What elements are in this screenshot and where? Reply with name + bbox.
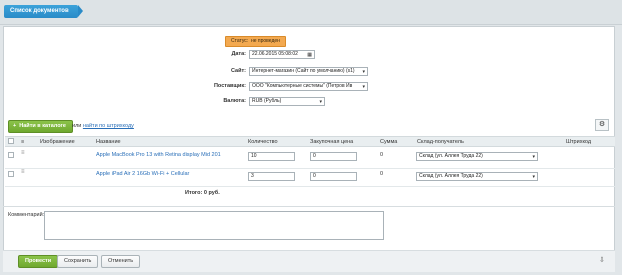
chevron-down-icon: ▾ [319, 99, 322, 105]
or-label: или [72, 123, 82, 129]
plus-icon: + [13, 123, 17, 129]
site-value: Интернет-магазин (Сайт по умолчанию) (s1… [252, 68, 355, 74]
barcode-search: или найти по штрихкоду [72, 123, 134, 129]
status-label: Статус: [231, 38, 249, 44]
status-badge: Статус: не проведен [225, 36, 286, 47]
col-warehouse[interactable]: Склад-получатель [417, 139, 464, 145]
sum-value: 0 [380, 171, 384, 177]
row-checkbox[interactable] [8, 171, 14, 177]
warehouse-value: Склад (ул. Аллея Труда 22) [419, 173, 483, 179]
calendar-icon[interactable]: ▦ [307, 52, 312, 58]
comment-textarea[interactable] [44, 211, 384, 240]
chevron-down-icon: ▾ [532, 174, 535, 180]
col-name[interactable]: Название [96, 139, 121, 145]
document-list-tab[interactable]: Список документов [4, 5, 83, 18]
price-input[interactable]: 0 [310, 172, 357, 181]
supplier-value: ООО "Компьютерные системы" (Петров Ив [252, 83, 353, 89]
sum-value: 0 [380, 152, 384, 158]
site-label: Сайт: [230, 68, 246, 74]
table-row: ≡ Apple iPad Air 2 16Gb Wi-Fi + Cellular… [5, 165, 615, 187]
product-name-link[interactable]: Apple MacBook Pro 13 with Retina display… [96, 152, 221, 158]
find-in-catalog-label: Найти в каталоге [19, 123, 66, 129]
price-input[interactable]: 0 [310, 152, 357, 161]
save-button[interactable]: Сохранить [57, 255, 99, 268]
currency-value: RUB (Рубль) [252, 98, 282, 104]
currency-label: Валюта: [223, 98, 246, 104]
quantity-input[interactable]: 10 [248, 152, 295, 161]
gear-icon[interactable]: ⚙ [595, 119, 609, 131]
row-checkbox[interactable] [8, 152, 14, 158]
table-header: ≡ Изображение Название Количество Закупо… [5, 136, 615, 147]
chevron-down-icon: ▾ [362, 69, 365, 75]
find-in-catalog-button[interactable]: + Найти в каталоге [8, 120, 73, 133]
col-image[interactable]: Изображение [40, 139, 75, 145]
cancel-button[interactable]: Отменить [101, 255, 141, 268]
col-quantity[interactable]: Количество [248, 139, 278, 145]
site-select[interactable]: Интернет-магазин (Сайт по умолчанию) (s1… [249, 67, 368, 76]
total-sum: Итого: 0 руб. [185, 190, 220, 196]
date-label: Дата: [231, 51, 246, 57]
row-menu-icon[interactable]: ≡ [21, 150, 25, 156]
warehouse-value: Склад (ул. Аллея Труда 22) [419, 153, 483, 159]
col-price[interactable]: Закупочная цена [310, 139, 353, 145]
barcode-search-link[interactable]: найти по штрихкоду [83, 123, 134, 129]
warehouse-select[interactable]: Склад (ул. Аллея Труда 22) ▾ [416, 172, 538, 181]
grip-icon: ≡ [21, 139, 25, 145]
date-value: 22.06.2015 05:08:02 [252, 51, 298, 57]
comment-label: Комментарий: [8, 212, 45, 218]
date-field[interactable]: 22.06.2015 05:08:02 ▦ [249, 50, 315, 59]
post-button[interactable]: Провести [18, 255, 59, 268]
row-menu-icon[interactable]: ≡ [21, 169, 25, 175]
top-bar [0, 0, 622, 25]
currency-select[interactable]: RUB (Рубль) ▾ [249, 97, 325, 106]
product-name-link[interactable]: Apple iPad Air 2 16Gb Wi-Fi + Cellular [96, 171, 189, 177]
col-sum[interactable]: Сумма [380, 139, 397, 145]
pin-icon[interactable]: ⇩ [599, 256, 605, 264]
status-value: не проведен [250, 38, 280, 44]
select-all-checkbox[interactable] [8, 138, 14, 144]
quantity-input[interactable]: 3 [248, 172, 295, 181]
chevron-down-icon: ▾ [362, 84, 365, 90]
col-barcode[interactable]: Штрихкод [566, 139, 591, 145]
chevron-down-icon: ▾ [532, 154, 535, 160]
warehouse-select[interactable]: Склад (ул. Аллея Труда 22) ▾ [416, 152, 538, 161]
supplier-label: Поставщик: [213, 83, 246, 89]
supplier-select[interactable]: ООО "Компьютерные системы" (Петров Ив ▾ [249, 82, 368, 91]
divider [3, 206, 615, 207]
